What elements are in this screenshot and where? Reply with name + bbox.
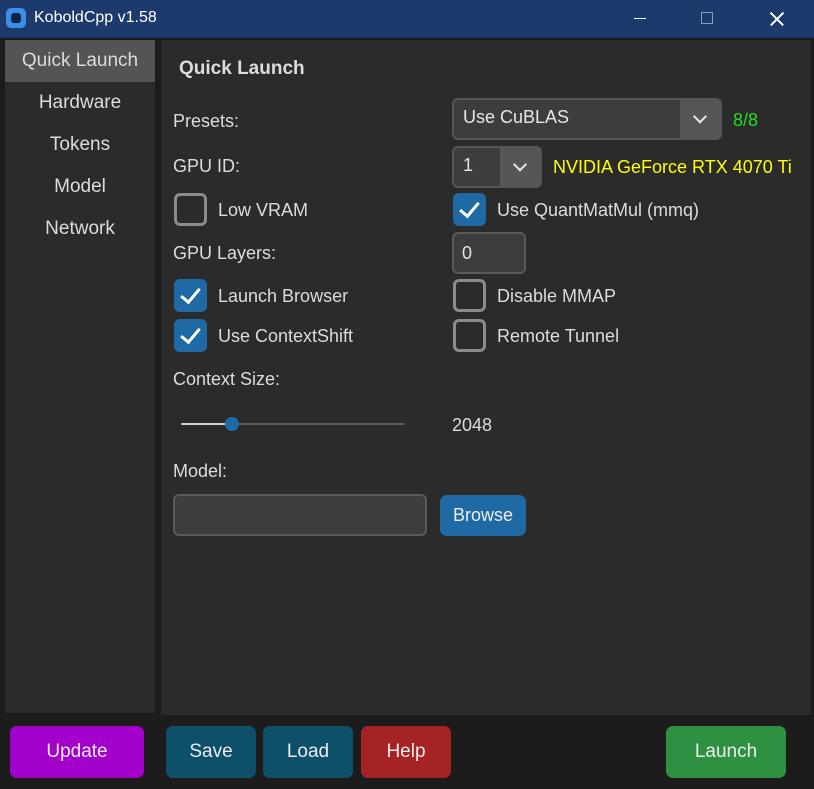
sidebar-item-hardware[interactable]: Hardware [5, 82, 155, 124]
gpu-id-value: 1 [463, 155, 474, 175]
launch-button[interactable]: Launch [666, 726, 786, 778]
model-label: Model: [173, 461, 228, 481]
minimize-icon[interactable] [617, 0, 663, 38]
context-shift-checkbox[interactable] [174, 319, 207, 352]
title-bar: KoboldCpp v1.58 [0, 0, 814, 38]
sidebar-item-network[interactable]: Network [5, 208, 155, 250]
mmq-checkbox[interactable] [453, 193, 486, 226]
context-size-value: 2048 [452, 415, 493, 435]
launch-browser-checkbox[interactable] [174, 279, 207, 312]
context-shift-label: Use ContextShift [218, 326, 354, 346]
update-button[interactable]: Update [10, 726, 144, 778]
window-title: KoboldCpp v1.58 [34, 9, 157, 26]
presets-count: 8/8 [733, 110, 759, 130]
load-button[interactable]: Load [263, 726, 353, 778]
sidebar-item-quick-launch[interactable]: Quick Launch [5, 40, 155, 82]
disable-mmap-checkbox[interactable] [453, 279, 486, 312]
model-path-input[interactable] [175, 496, 425, 534]
launch-browser-label: Launch Browser [218, 286, 349, 306]
gpu-id-label: GPU ID: [173, 156, 241, 176]
maximize-icon[interactable] [684, 0, 730, 38]
save-button[interactable]: Save [166, 726, 256, 778]
gpu-id-arrow[interactable] [500, 148, 540, 186]
mmq-label: Use QuantMatMul (mmq) [497, 200, 700, 220]
low-vram-checkbox[interactable] [174, 193, 207, 226]
context-size-slider-handle[interactable] [225, 417, 239, 431]
disable-mmap-label: Disable MMAP [497, 286, 617, 306]
presets-dropdown[interactable]: Use CuBLAS [452, 98, 722, 140]
sidebar: Quick Launch Hardware Tokens Model Netwo… [5, 40, 155, 713]
close-icon[interactable] [754, 0, 800, 38]
sidebar-item-model[interactable]: Model [5, 166, 155, 208]
remote-tunnel-label: Remote Tunnel [497, 326, 620, 346]
gpu-id-dropdown[interactable]: 1 [452, 146, 542, 188]
model-path-input-box[interactable] [173, 494, 427, 536]
gpu-layers-input-box[interactable] [452, 232, 526, 274]
gpu-name: NVIDIA GeForce RTX 4070 Ti [553, 157, 792, 177]
chevron-down-icon [512, 157, 528, 172]
sidebar-item-tokens[interactable]: Tokens [5, 124, 155, 166]
browse-button[interactable]: Browse [440, 495, 526, 536]
gpu-layers-label: GPU Layers: [173, 243, 277, 263]
low-vram-label: Low VRAM [218, 200, 309, 220]
help-button[interactable]: Help [361, 726, 451, 778]
presets-arrow[interactable] [680, 100, 720, 138]
context-size-label: Context Size: [173, 369, 281, 389]
chevron-down-icon [692, 109, 708, 124]
presets-label: Presets: [173, 111, 240, 131]
remote-tunnel-checkbox[interactable] [453, 319, 486, 352]
koboldcpp-app-icon [6, 8, 26, 28]
page-title: Quick Launch [179, 58, 305, 79]
gpu-layers-input[interactable] [454, 234, 524, 272]
presets-value: Use CuBLAS [463, 107, 570, 127]
